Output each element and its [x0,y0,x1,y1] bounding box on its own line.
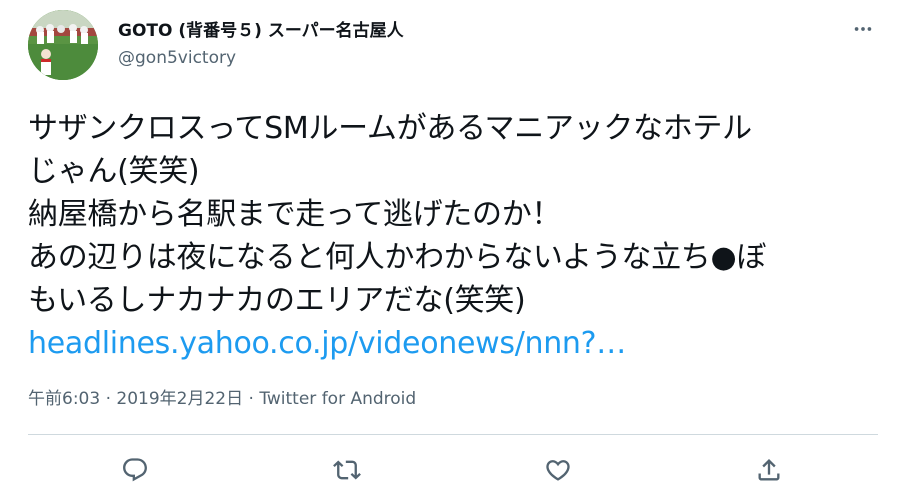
timestamp[interactable]: 午前6:03 · 2019年2月22日 · [28,389,259,409]
reply-icon [123,458,147,482]
tweet-text-line: もいるしナカナカのエリアだな(笑笑) [28,283,526,318]
tweet-text-line: あの辺りは夜になると何人かわからないような立ち●ぼ [28,240,767,275]
reply-button[interactable] [117,452,153,488]
divider [28,434,878,435]
tweet-text-line: 納屋橋から名駅まで走って逃げたのか！ [28,197,562,232]
more-options-button[interactable] [848,14,878,44]
tweet-link[interactable]: headlines.yahoo.co.jp/videonews/nnn?… [28,326,626,361]
retweet-button[interactable] [329,452,365,488]
action-bar [0,452,904,490]
more-horizontal-icon [854,27,872,31]
tweet-source[interactable]: Twitter for Android [259,389,416,409]
share-button[interactable] [751,452,787,488]
share-icon [758,459,780,481]
tweet-text-line: サザンクロスってSMルームがあるマニアックなホテル [28,111,752,146]
avatar[interactable] [28,10,98,80]
display-name[interactable]: GOTO (背番号５) スーパー名古屋人 [118,16,404,41]
like-icon [546,460,570,481]
tweet-meta: 午前6:03 · 2019年2月22日 · Twitter for Androi… [28,384,416,409]
user-handle[interactable]: @gon5victory [118,48,236,68]
retweet-icon [333,460,361,480]
like-button[interactable] [540,452,576,488]
avatar-image [28,10,98,80]
tweet-text: サザンクロスってSMルームがあるマニアックなホテル じゃん(笑笑) 納屋橋から名… [28,107,888,365]
tweet-text-line: じゃん(笑笑) [28,154,200,189]
